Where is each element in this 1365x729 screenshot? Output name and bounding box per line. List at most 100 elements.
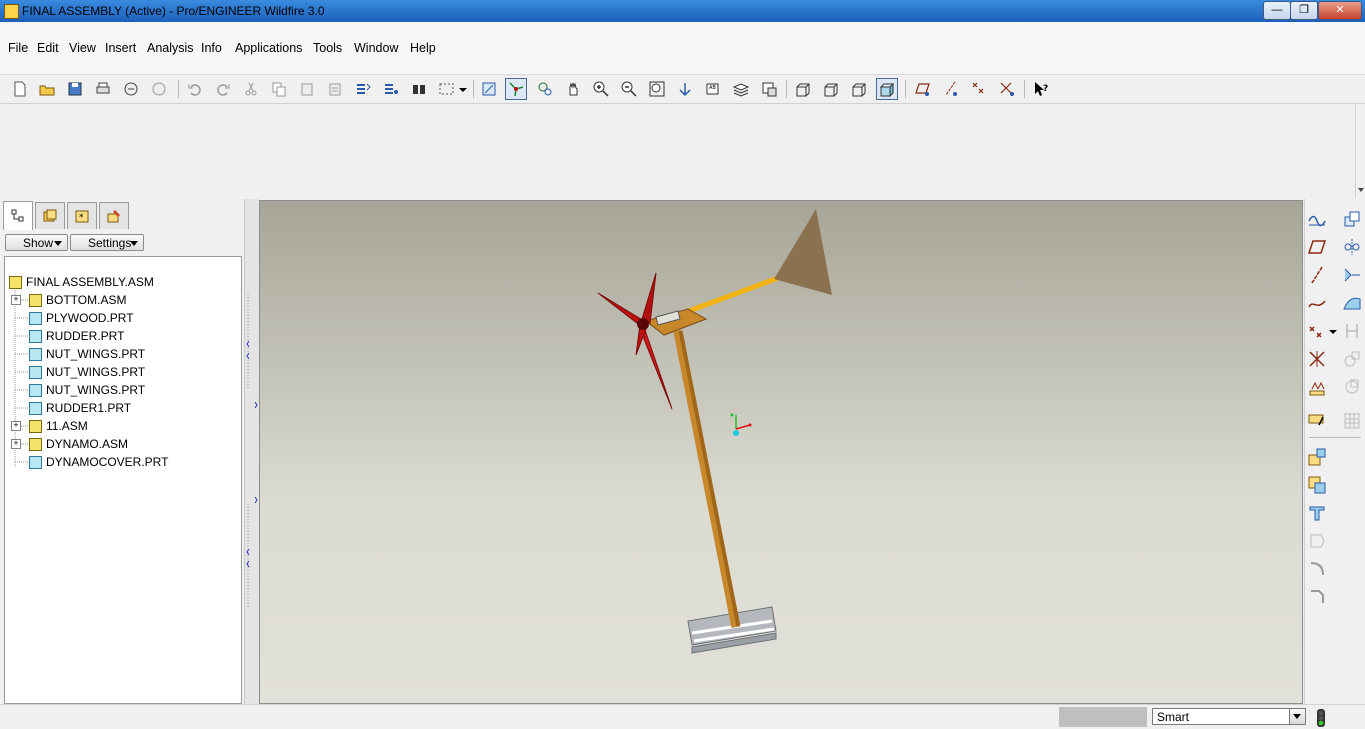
chevron-down-icon[interactable] [1289, 709, 1305, 724]
send-email-icon[interactable] [120, 78, 142, 100]
svg-text:*: * [79, 213, 84, 223]
mirror-tool-icon[interactable] [1341, 236, 1363, 258]
show-button[interactable]: Show [5, 234, 68, 251]
tab-favorites[interactable]: * [67, 202, 97, 229]
datum-point-tool-icon[interactable] [1306, 320, 1328, 342]
minimize-button[interactable]: — [1263, 1, 1291, 20]
paste-special-icon[interactable] [324, 78, 346, 100]
menu-help[interactable]: Help [410, 41, 436, 55]
pattern-tool-icon[interactable] [1341, 410, 1363, 432]
show-button-label: Show [23, 236, 54, 250]
regenerate-icon[interactable] [352, 78, 374, 100]
menu-edit[interactable]: Edit [37, 41, 59, 55]
view-manager-icon[interactable] [758, 78, 780, 100]
zoom-in-icon[interactable] [590, 78, 612, 100]
copy-icon[interactable] [268, 78, 290, 100]
find-icon[interactable] [408, 78, 430, 100]
datum-axis-tool-icon[interactable] [1306, 264, 1328, 286]
menu-applications[interactable]: Applications [235, 41, 302, 55]
tab-connections[interactable] [99, 202, 129, 229]
regen-manager-icon[interactable] [380, 78, 402, 100]
navigator-sash[interactable] [244, 199, 259, 704]
round-tool-icon[interactable] [1306, 558, 1328, 580]
analysis-feature-icon[interactable] [1306, 376, 1328, 398]
surface-tool-icon[interactable] [1341, 292, 1363, 314]
chevron-down-icon [130, 241, 138, 246]
zoom-out-icon[interactable] [618, 78, 640, 100]
cut-icon[interactable] [240, 78, 262, 100]
graphics-window[interactable] [259, 200, 1303, 704]
thicken-tool-icon[interactable] [1341, 376, 1363, 398]
pan-icon[interactable] [562, 78, 584, 100]
shading-icon[interactable] [876, 78, 898, 100]
redo-icon[interactable] [212, 78, 234, 100]
close-button[interactable]: ✕ [1318, 1, 1362, 20]
layers-icon[interactable] [730, 78, 752, 100]
message-scrollbar[interactable] [1355, 104, 1365, 198]
spin-center-icon[interactable] [505, 78, 527, 100]
datum-planes-icon[interactable] [912, 78, 934, 100]
menu-insert[interactable]: Insert [105, 41, 136, 55]
tab-folder-browser[interactable] [35, 202, 65, 229]
context-help-icon[interactable]: ? [1030, 78, 1052, 100]
menu-window[interactable]: Window [354, 41, 398, 55]
chevron-down-icon[interactable] [1327, 320, 1339, 342]
coord-system-tool-icon[interactable] [1306, 348, 1328, 370]
selection-filter-select[interactable]: Smart [1152, 708, 1306, 725]
menu-view[interactable]: View [69, 41, 96, 55]
settings-button-label: Settings [88, 236, 132, 250]
insert-annotation-icon[interactable] [1306, 410, 1328, 432]
save-icon[interactable] [64, 78, 86, 100]
open-icon[interactable] [36, 78, 58, 100]
chevron-down-icon[interactable] [456, 78, 470, 100]
hidden-line-icon[interactable] [820, 78, 842, 100]
trim-tool-icon[interactable] [1341, 320, 1363, 342]
reorient-icon[interactable] [674, 78, 696, 100]
refit-icon[interactable] [646, 78, 668, 100]
tab-model-tree[interactable] [3, 201, 33, 230]
new-icon[interactable] [9, 78, 31, 100]
repaint-icon[interactable] [478, 78, 500, 100]
select-box-icon[interactable] [436, 78, 458, 100]
no-hidden-icon[interactable] [848, 78, 870, 100]
send-link-icon[interactable] [148, 78, 170, 100]
copy-feature-icon[interactable] [1341, 208, 1363, 230]
menu-info[interactable]: Info [201, 41, 222, 55]
merge-tool-icon[interactable] [1341, 264, 1363, 286]
orient-mode-icon[interactable] [534, 78, 556, 100]
part-icon [29, 348, 42, 361]
coord-systems-icon[interactable] [996, 78, 1018, 100]
expand-icon[interactable]: + [11, 295, 21, 305]
wind-turbine-model[interactable] [260, 201, 1304, 705]
sketch-tool-icon[interactable] [1306, 208, 1328, 230]
offset-tool-icon[interactable] [1341, 348, 1363, 370]
menu-analysis[interactable]: Analysis [147, 41, 194, 55]
part-icon [29, 330, 42, 343]
rotor-blades[interactable] [597, 272, 673, 410]
title-bar: FINAL ASSEMBLY (Active) - Pro/ENGINEER W… [0, 0, 1365, 22]
datum-curve-tool-icon[interactable] [1306, 292, 1328, 314]
toolbar-separator [1309, 437, 1361, 438]
datum-axes-icon[interactable] [940, 78, 962, 100]
print-icon[interactable] [92, 78, 114, 100]
cut-out-icon[interactable] [1306, 502, 1328, 524]
maximize-button[interactable]: ❐ [1290, 1, 1318, 20]
datum-plane-tool-icon[interactable] [1306, 236, 1328, 258]
chevron-down-icon[interactable] [1357, 186, 1365, 194]
settings-button[interactable]: Settings [70, 234, 144, 251]
datum-points-icon[interactable] [968, 78, 990, 100]
chamfer-tool-icon[interactable] [1306, 586, 1328, 608]
paste-icon[interactable] [296, 78, 318, 100]
app-icon [4, 4, 19, 19]
expand-icon[interactable]: + [11, 421, 21, 431]
menu-tools[interactable]: Tools [313, 41, 342, 55]
tail-fin[interactable] [774, 209, 832, 295]
menu-file[interactable]: File [8, 41, 28, 55]
assemble-component-icon[interactable] [1306, 446, 1328, 468]
expand-icon[interactable]: + [11, 439, 21, 449]
hole-tool-icon[interactable] [1306, 530, 1328, 552]
saved-views-icon[interactable]: AB [702, 78, 724, 100]
create-component-icon[interactable] [1306, 474, 1328, 496]
wireframe-icon[interactable] [792, 78, 814, 100]
undo-icon[interactable] [184, 78, 206, 100]
